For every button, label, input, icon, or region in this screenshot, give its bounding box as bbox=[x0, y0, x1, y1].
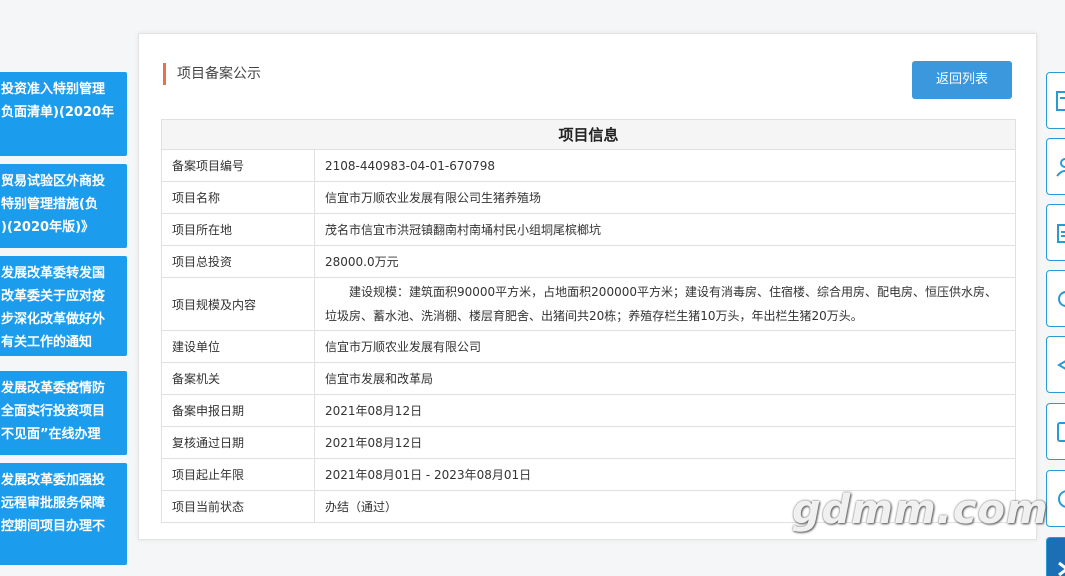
user-icon bbox=[1056, 158, 1065, 177]
row-value: 信宜市发展和改革局 bbox=[314, 362, 1016, 395]
row-value-scale: 建设规模：建筑面积90000平方米，占地面积200000平方米；建设有消毒房、住… bbox=[314, 277, 1016, 331]
row-label: 备案项目编号 bbox=[161, 149, 315, 182]
notice-line: 负面清单)(2020年 bbox=[1, 105, 115, 120]
side-doc-edit-button[interactable] bbox=[1046, 403, 1065, 460]
row-value: 28000.0万元 bbox=[314, 245, 1016, 278]
side-search-button[interactable] bbox=[1046, 270, 1065, 327]
notice-line: 贸易试验区外商投 bbox=[1, 174, 106, 189]
table-row: 项目起止年限 2021年08月01日 - 2023年08月01日 bbox=[161, 458, 1016, 491]
side-user-button[interactable] bbox=[1046, 138, 1065, 195]
notice-line: 改革委关于应对疫 bbox=[1, 289, 106, 304]
notice-link-3[interactable]: 发展改革委转发国 改革委关于应对疫 步深化改革做好外 有关工作的通知 bbox=[0, 256, 127, 356]
page: 投资准入特别管理 负面清单)(2020年 贸易试验区外商投 特别管理措施(负 )… bbox=[0, 0, 1065, 576]
notice-line: 远程审批服务保障 bbox=[1, 496, 106, 511]
project-record-panel: 项目备案公示 返回列表 项目信息 备案项目编号 2108-440983-04-0… bbox=[138, 33, 1037, 540]
project-info-table: 项目信息 备案项目编号 2108-440983-04-01-670798 项目名… bbox=[161, 119, 1016, 523]
table-row: 复核通过日期 2021年08月12日 bbox=[161, 426, 1016, 459]
notice-link-5[interactable]: 发展改革委加强投 远程审批服务保障 控期间项目办理不 bbox=[0, 463, 127, 565]
notice-line: 控期间项目办理不 bbox=[1, 519, 106, 534]
notice-line: 特别管理措施(负 bbox=[1, 197, 98, 212]
table-row: 备案机关 信宜市发展和改革局 bbox=[161, 362, 1016, 395]
table-row: 项目规模及内容 建设规模：建筑面积90000平方米，占地面积200000平方米；… bbox=[161, 277, 1016, 331]
notice-line: 投资准入特别管理 bbox=[1, 82, 106, 97]
table-row: 备案申报日期 2021年08月12日 bbox=[161, 394, 1016, 427]
notice-line: 步深化改革做好外 bbox=[1, 312, 106, 327]
side-clipboard-button[interactable] bbox=[1046, 204, 1065, 261]
table-heading: 项目信息 bbox=[161, 119, 1016, 150]
search-icon bbox=[1058, 291, 1065, 307]
row-label: 项目总投资 bbox=[161, 245, 315, 278]
table-row: 备案项目编号 2108-440983-04-01-670798 bbox=[161, 149, 1016, 182]
row-label: 复核通过日期 bbox=[161, 426, 315, 459]
row-value: 2021年08月01日 - 2023年08月01日 bbox=[314, 458, 1016, 491]
chat-icon bbox=[1058, 490, 1065, 508]
row-label: 项目起止年限 bbox=[161, 458, 315, 491]
table-row: 项目总投资 28000.0万元 bbox=[161, 245, 1016, 278]
row-value: 信宜市万顺农业发展有限公司 bbox=[314, 330, 1016, 363]
back-to-list-button[interactable]: 返回列表 bbox=[912, 61, 1012, 99]
side-share-button[interactable] bbox=[1046, 336, 1065, 393]
notice-link-2[interactable]: 贸易试验区外商投 特别管理措施(负 )(2020年版)》 bbox=[0, 164, 127, 248]
row-value: 信宜市万顺农业发展有限公司生猪养殖场 bbox=[314, 181, 1016, 214]
row-label: 项目名称 bbox=[161, 181, 315, 214]
document-icon bbox=[1056, 91, 1065, 111]
side-document-button[interactable] bbox=[1046, 72, 1065, 129]
notice-line: 全面实行投资项目 bbox=[1, 404, 106, 419]
doc-edit-icon bbox=[1057, 422, 1065, 442]
notice-line: )(2020年版)》 bbox=[1, 220, 95, 235]
panel-title: 项目备案公示 bbox=[163, 63, 261, 85]
row-value: 2108-440983-04-01-670798 bbox=[314, 149, 1016, 182]
arrow-icon bbox=[1058, 561, 1065, 576]
scale-text: 建设规模：建筑面积90000平方米，占地面积200000平方米；建设有消毒房、住… bbox=[325, 285, 997, 323]
row-label: 备案申报日期 bbox=[161, 394, 315, 427]
row-label: 建设单位 bbox=[161, 330, 315, 363]
row-value: 2021年08月12日 bbox=[314, 394, 1016, 427]
notice-link-1[interactable]: 投资准入特别管理 负面清单)(2020年 bbox=[0, 72, 127, 156]
row-label: 项目所在地 bbox=[161, 213, 315, 246]
table-row: 项目名称 信宜市万顺农业发展有限公司生猪养殖场 bbox=[161, 181, 1016, 214]
row-label: 项目规模及内容 bbox=[161, 277, 315, 331]
clipboard-icon bbox=[1057, 224, 1065, 243]
watermark: gdmm.com bbox=[792, 487, 1049, 533]
notice-line: 发展改革委转发国 bbox=[1, 266, 106, 281]
row-label: 备案机关 bbox=[161, 362, 315, 395]
row-label: 项目当前状态 bbox=[161, 490, 315, 523]
share-icon bbox=[1057, 360, 1065, 370]
side-arrow-button[interactable] bbox=[1046, 537, 1065, 576]
notice-line: 不见面”在线办理 bbox=[1, 427, 101, 442]
notice-line: 有关工作的通知 bbox=[1, 335, 93, 350]
row-value: 茂名市信宜市洪冠镇翻南村南埇村民小组垌尾槟榔坑 bbox=[314, 213, 1016, 246]
notice-link-4[interactable]: 发展改革委疫情防 全面实行投资项目 不见面”在线办理 bbox=[0, 371, 127, 455]
table-row: 建设单位 信宜市万顺农业发展有限公司 bbox=[161, 330, 1016, 363]
notice-line: 发展改革委加强投 bbox=[1, 473, 106, 488]
row-value: 2021年08月12日 bbox=[314, 426, 1016, 459]
notice-line: 发展改革委疫情防 bbox=[1, 381, 106, 396]
table-row: 项目所在地 茂名市信宜市洪冠镇翻南村南埇村民小组垌尾槟榔坑 bbox=[161, 213, 1016, 246]
